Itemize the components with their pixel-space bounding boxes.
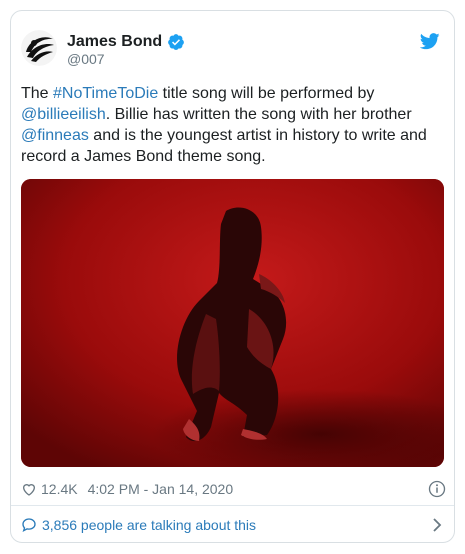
heart-icon bbox=[22, 484, 36, 496]
chevron-right-icon bbox=[433, 518, 442, 532]
timestamp[interactable]: 4:02 PM - Jan 14, 2020 bbox=[88, 481, 234, 497]
billie-eilish-photo bbox=[21, 179, 444, 467]
bond-logo-icon bbox=[21, 30, 57, 66]
tweet-header: James Bond @007 bbox=[11, 11, 454, 71]
avatar[interactable] bbox=[21, 30, 57, 66]
tweet-meta: 12.4K 4:02 PM - Jan 14, 2020 bbox=[21, 478, 446, 500]
tweet-text-2: title song will be performed by bbox=[158, 85, 375, 102]
talking-count: 3,856 people are talking about this bbox=[42, 517, 257, 533]
like-count: 12.4K bbox=[41, 481, 78, 497]
info-icon[interactable] bbox=[428, 480, 446, 498]
tweet-text-3: . Billie has written the song with her b… bbox=[105, 106, 412, 123]
mention-billieeilish-link[interactable]: @billieeilish bbox=[21, 106, 106, 123]
hashtag-link[interactable]: #NoTimeToDie bbox=[53, 85, 158, 102]
like-button[interactable]: 12.4K bbox=[21, 481, 78, 497]
tweet-card: James Bond @007 The #NoTimeToDie title s… bbox=[10, 10, 455, 543]
twitter-bird-icon[interactable] bbox=[420, 33, 440, 50]
tweet-text: The #NoTimeToDie title song will be perf… bbox=[21, 83, 446, 167]
verified-badge-icon bbox=[168, 34, 185, 50]
tweet-photo[interactable] bbox=[21, 179, 444, 467]
mention-finneas-link[interactable]: @finneas bbox=[21, 127, 89, 144]
speech-bubble-icon bbox=[22, 518, 36, 533]
tweet-text-1: The bbox=[21, 85, 54, 102]
conversation-link[interactable]: 3,856 people are talking about this bbox=[21, 514, 446, 536]
handle[interactable]: @007 bbox=[67, 51, 105, 67]
name-row: James Bond bbox=[67, 33, 185, 51]
divider bbox=[11, 505, 454, 506]
display-name[interactable]: James Bond bbox=[67, 33, 162, 51]
